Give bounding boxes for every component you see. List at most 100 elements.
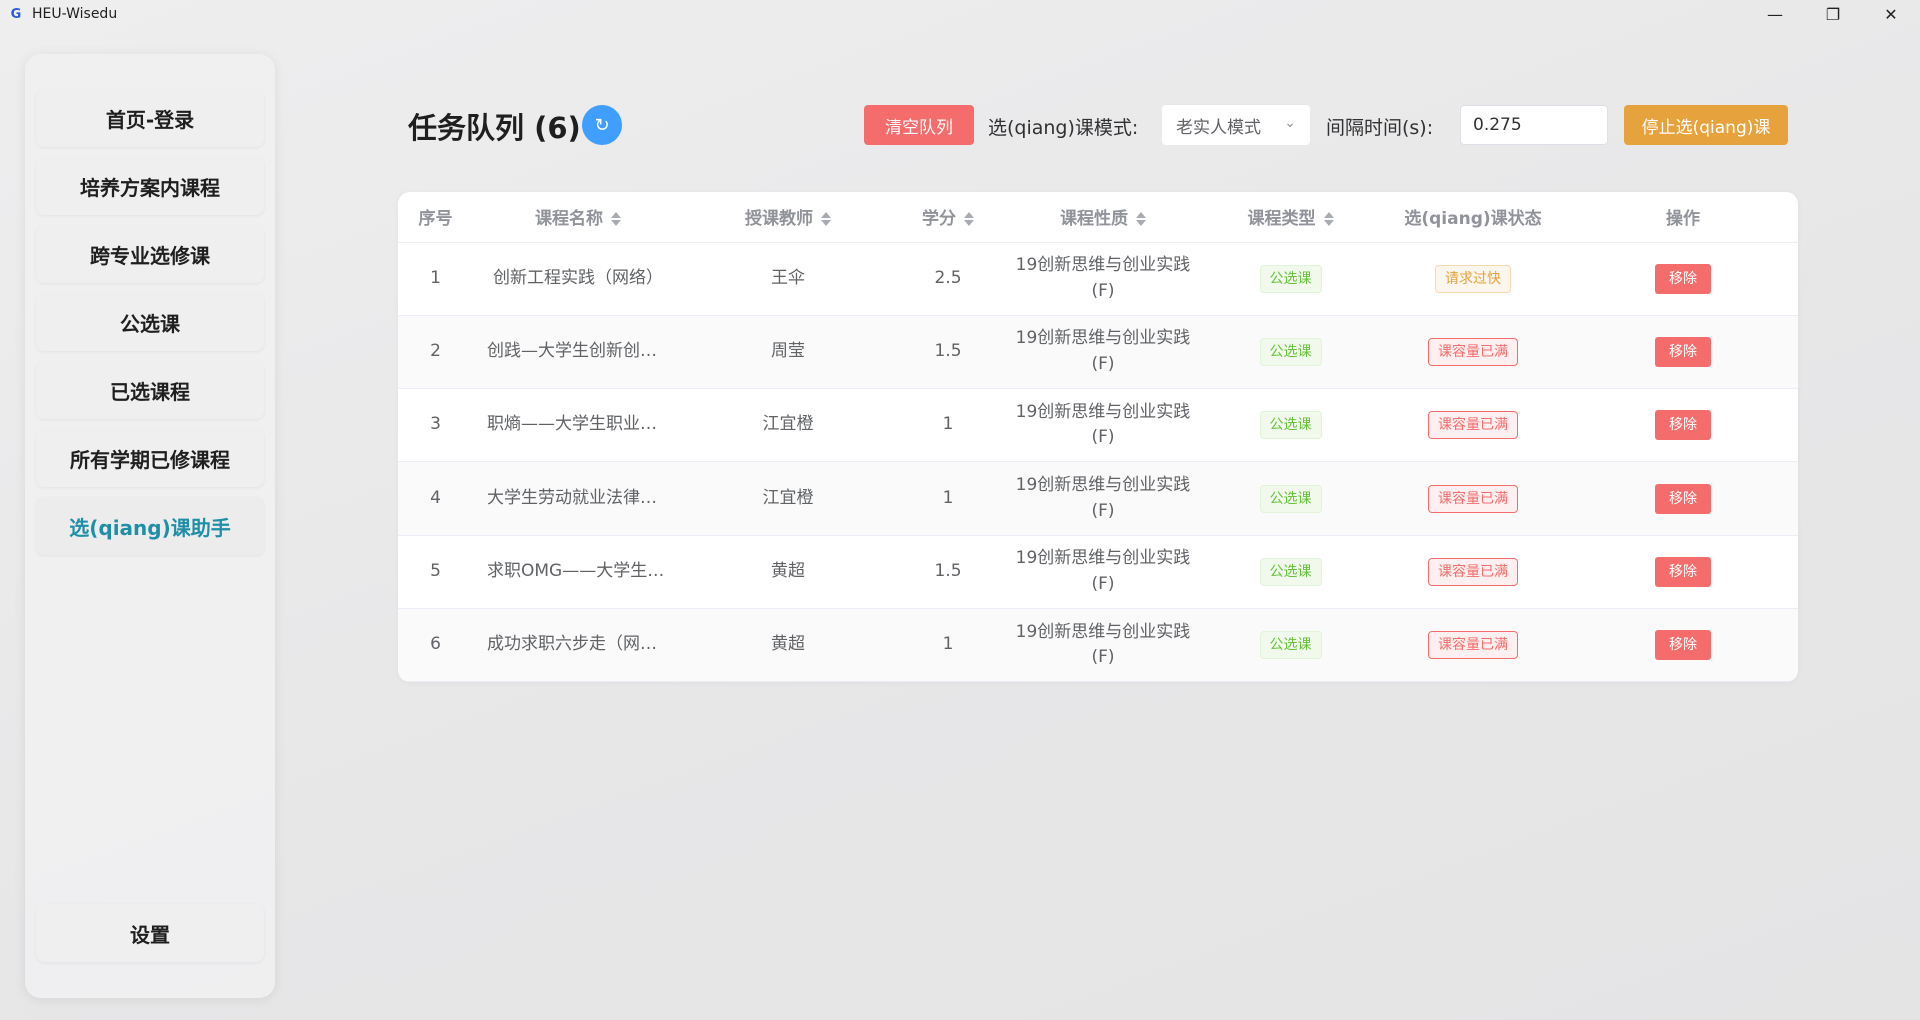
page-title: 任务队列 (6)	[408, 111, 581, 145]
type-tag: 公选课	[1259, 411, 1322, 440]
cell-action: 移除	[1568, 388, 1798, 463]
sidebar-item-completed-courses[interactable]: 所有学期已修课程	[36, 429, 264, 487]
cell-credit: 1	[893, 388, 1003, 463]
cell-type: 公选课	[1203, 461, 1378, 536]
cell-action: 移除	[1568, 315, 1798, 390]
remove-button[interactable]: 移除	[1655, 483, 1711, 514]
type-tag: 公选课	[1259, 557, 1322, 586]
interval-input[interactable]	[1460, 105, 1608, 145]
cell-status: 课容量已满	[1378, 535, 1568, 609]
cell-index: 4	[398, 461, 473, 536]
cell-nature: 19创新思维与创业实践 (F)	[1003, 535, 1203, 609]
close-button[interactable]: ✕	[1862, 0, 1920, 28]
cell-credit: 1.5	[893, 315, 1003, 390]
clear-queue-button[interactable]: 清空队列	[864, 105, 974, 145]
chevron-down-icon: ⌄	[1284, 115, 1296, 131]
table-row: 4 大学生劳动就业法律问题解读... 江宜橙 1 19创新思维与创业实践(F) …	[398, 461, 1798, 536]
cell-status: 课容量已满	[1378, 608, 1568, 682]
mode-label: 选(qiang)课模式:	[988, 117, 1139, 139]
mode-select-value: 老实人模式	[1176, 117, 1261, 138]
app-title: HEU-Wisedu	[32, 6, 118, 22]
column-header-type[interactable]: 课程类型	[1203, 192, 1378, 243]
sidebar-item-cross-major[interactable]: 跨专业选修课	[36, 225, 264, 283]
status-badge: 课容量已满	[1428, 411, 1518, 440]
table-row: 1 创新工程实践（网络） 王伞 2.5 19创新思维与创业实践 (F) 公选课 请…	[398, 242, 1798, 316]
column-header-credit[interactable]: 学分	[893, 192, 1003, 243]
window-controls: — ❐ ✕	[1746, 0, 1920, 28]
cell-type: 公选课	[1203, 535, 1378, 609]
stop-selection-button[interactable]: 停止选(qiang)课	[1624, 105, 1788, 145]
cell-nature: 19创新思维与创业实践 (F)	[1003, 315, 1203, 390]
mode-select[interactable]: 老实人模式 ⌄	[1162, 105, 1310, 145]
sidebar: 首页-登录 培养方案内课程 跨专业选修课 公选课 已选课程 所有学期已修课程 选…	[25, 54, 275, 998]
status-badge: 课容量已满	[1428, 337, 1518, 366]
cell-type: 公选课	[1203, 388, 1378, 463]
cell-course-name: 创新工程实践（网络）	[473, 242, 683, 316]
cell-course-name: 创践—大学生创新创业实务（...	[473, 315, 683, 390]
cell-action: 移除	[1568, 242, 1798, 316]
remove-button[interactable]: 移除	[1655, 263, 1711, 294]
status-badge: 课容量已满	[1428, 557, 1518, 586]
type-tag: 公选课	[1259, 337, 1322, 366]
sidebar-item-settings[interactable]: 设置	[36, 904, 264, 962]
cell-teacher: 江宜橙	[683, 461, 893, 536]
cell-type: 公选课	[1203, 315, 1378, 390]
status-badge: 课容量已满	[1428, 631, 1518, 660]
cell-status: 课容量已满	[1378, 461, 1568, 536]
column-header-status: 选(qiang)课状态	[1378, 192, 1568, 243]
sidebar-item-public-elective[interactable]: 公选课	[36, 293, 264, 351]
cell-action: 移除	[1568, 461, 1798, 536]
cell-credit: 1	[893, 608, 1003, 682]
cell-course-name: 大学生劳动就业法律问题解读...	[473, 461, 683, 536]
refresh-button[interactable]: ↻	[582, 105, 622, 145]
type-tag: 公选课	[1259, 264, 1322, 293]
remove-button[interactable]: 移除	[1655, 410, 1711, 441]
column-header-teacher[interactable]: 授课教师	[683, 192, 893, 243]
remove-button[interactable]: 移除	[1655, 556, 1711, 587]
type-tag: 公选课	[1259, 631, 1322, 660]
cell-credit: 1.5	[893, 535, 1003, 609]
cell-teacher: 黄超	[683, 608, 893, 682]
table-row: 3 职熵——大学生职业素质与能... 江宜橙 1 19创新思维与创业实践(F) …	[398, 388, 1798, 463]
sort-icon[interactable]	[964, 210, 974, 228]
sort-icon[interactable]	[1323, 210, 1334, 228]
cell-status: 课容量已满	[1378, 315, 1568, 390]
cell-index: 6	[398, 608, 473, 682]
sidebar-item-home-login[interactable]: 首页-登录	[36, 89, 264, 147]
column-header-name[interactable]: 课程名称	[473, 192, 683, 243]
remove-button[interactable]: 移除	[1655, 630, 1711, 661]
cell-index: 2	[398, 315, 473, 390]
sort-icon[interactable]	[611, 210, 621, 228]
cell-teacher: 王伞	[683, 242, 893, 316]
table-row: 6 成功求职六步走（网络） 黄超 1 19创新思维与创业实践 (F) 公选课 课容…	[398, 608, 1798, 682]
sidebar-item-program-courses[interactable]: 培养方案内课程	[36, 157, 264, 215]
cell-action: 移除	[1568, 535, 1798, 609]
status-badge: 课容量已满	[1428, 484, 1518, 513]
cell-nature: 19创新思维与创业实践 (F)	[1003, 461, 1203, 536]
column-header-index: 序号	[398, 192, 473, 243]
sidebar-item-course-assistant[interactable]: 选(qiang)课助手	[36, 497, 264, 555]
cell-credit: 1	[893, 461, 1003, 536]
cell-teacher: 江宜橙	[683, 388, 893, 463]
cell-action: 移除	[1568, 608, 1798, 682]
cell-status: 课容量已满	[1378, 388, 1568, 463]
cell-teacher: 黄超	[683, 535, 893, 609]
cell-course-name: 成功求职六步走（网络）	[473, 608, 683, 682]
cell-teacher: 周莹	[683, 315, 893, 390]
sidebar-item-selected-courses[interactable]: 已选课程	[36, 361, 264, 419]
title-bar: G HEU-Wisedu — ❐ ✕	[0, 0, 1920, 28]
cell-status: 请求过快	[1378, 242, 1568, 316]
remove-button[interactable]: 移除	[1655, 336, 1711, 367]
refresh-icon: ↻	[594, 114, 610, 136]
column-header-action: 操作	[1568, 192, 1798, 243]
cell-index: 3	[398, 388, 473, 463]
column-header-nature[interactable]: 课程性质	[1003, 192, 1203, 243]
minimize-button[interactable]: —	[1746, 0, 1804, 28]
sort-icon[interactable]	[821, 210, 831, 228]
table-row: 5 求职OMG——大学生就业指导... 黄超 1.5 19创新思维与创业实践(F…	[398, 535, 1798, 609]
sort-icon[interactable]	[1136, 210, 1146, 228]
restore-button[interactable]: ❐	[1804, 0, 1862, 28]
cell-nature: 19创新思维与创业实践 (F)	[1003, 242, 1203, 316]
cell-index: 5	[398, 535, 473, 609]
cell-nature: 19创新思维与创业实践 (F)	[1003, 388, 1203, 463]
